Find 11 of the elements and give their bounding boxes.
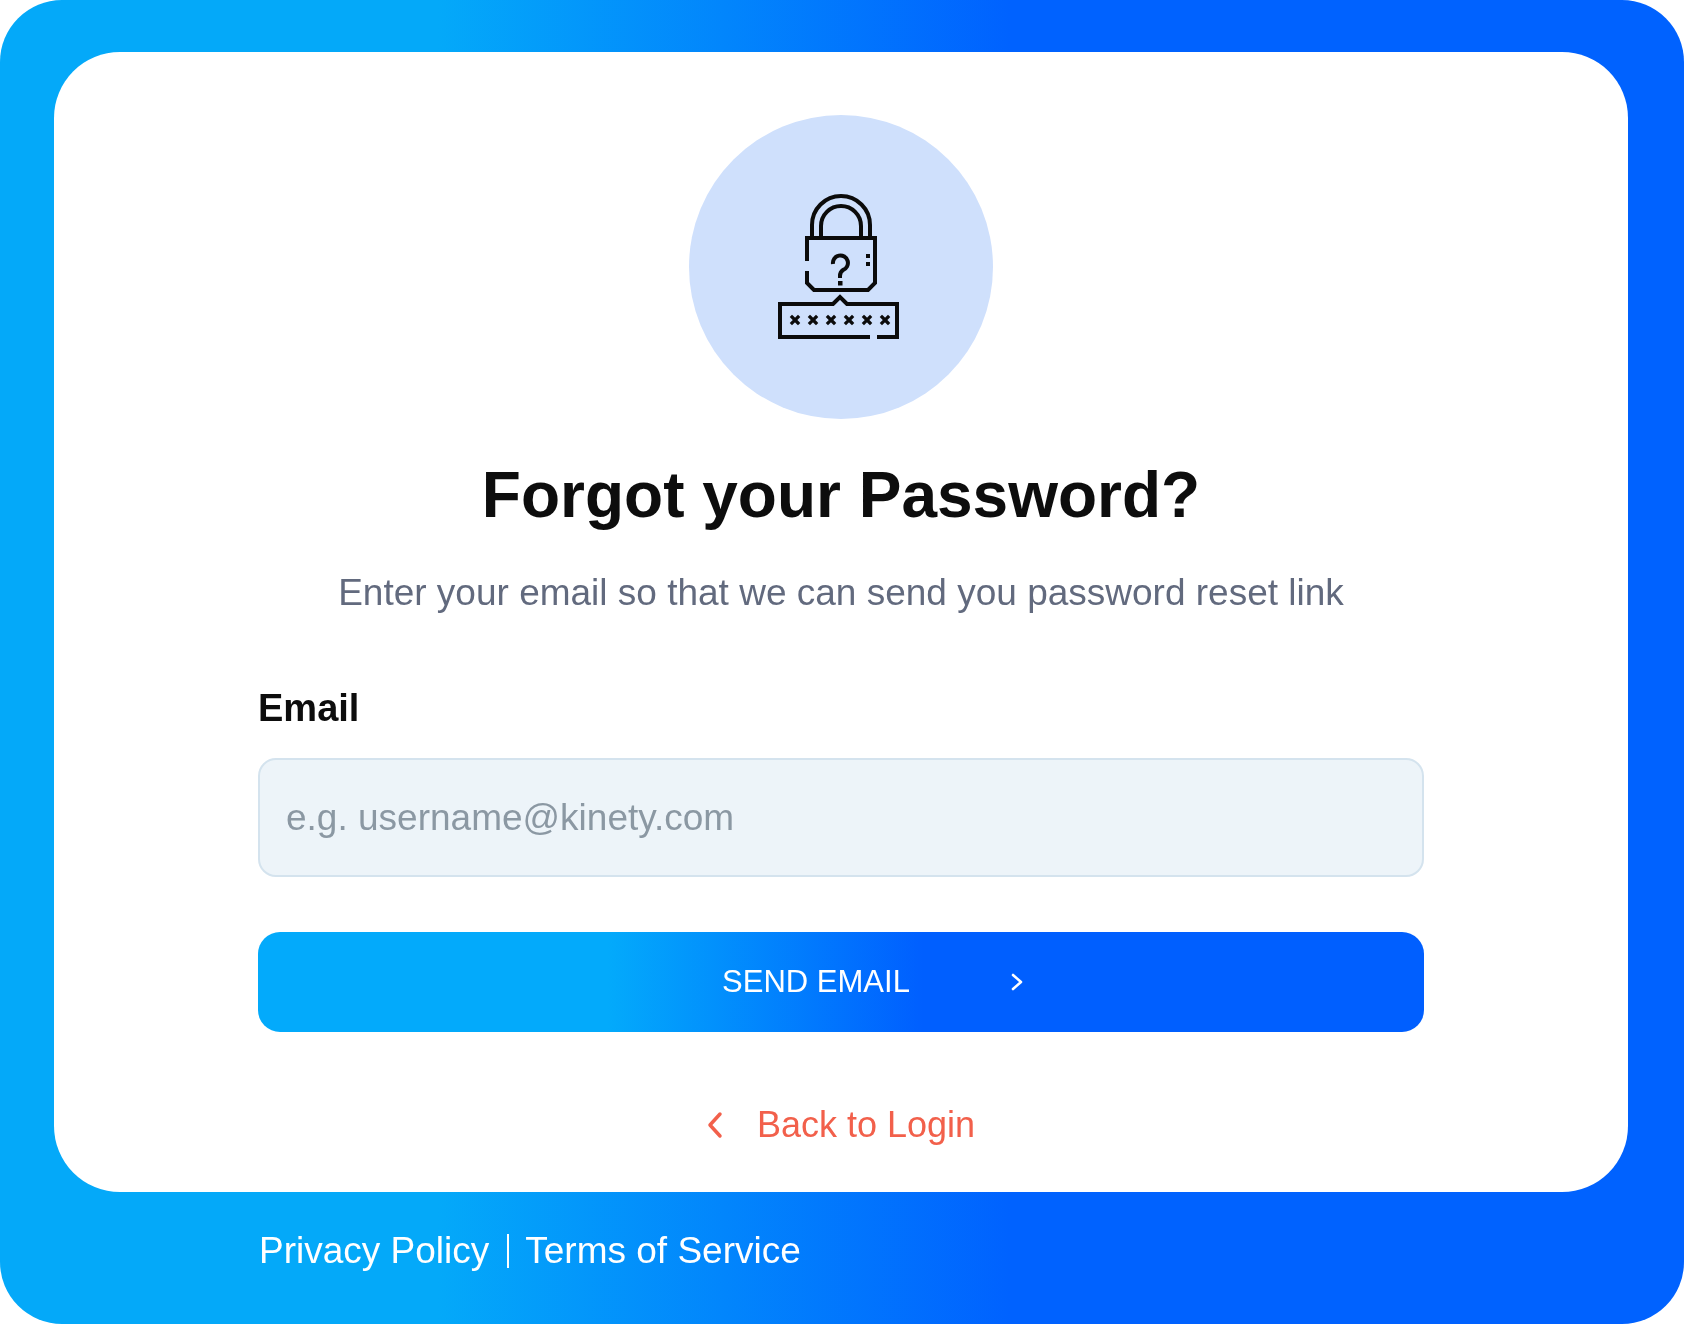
page-heading: Forgot your Password? xyxy=(481,459,1201,533)
back-to-login-link[interactable]: Back to Login xyxy=(706,1102,976,1148)
padlock-icon xyxy=(689,115,993,419)
field-label: Email xyxy=(258,686,360,731)
privacy-policy-link[interactable]: Privacy Policy xyxy=(259,1228,490,1275)
email-input[interactable]: e.g. username@kinety.com xyxy=(258,758,1424,878)
chevron-left-icon xyxy=(706,1110,723,1139)
chevron-right-icon xyxy=(1009,972,1024,993)
send-email-button[interactable]: SEND EMAIL xyxy=(258,932,1424,1033)
instruction-text: Enter your email so that we can send you password reset link xyxy=(338,570,1344,615)
terms-of-service-link[interactable]: Terms of Service xyxy=(525,1228,801,1275)
